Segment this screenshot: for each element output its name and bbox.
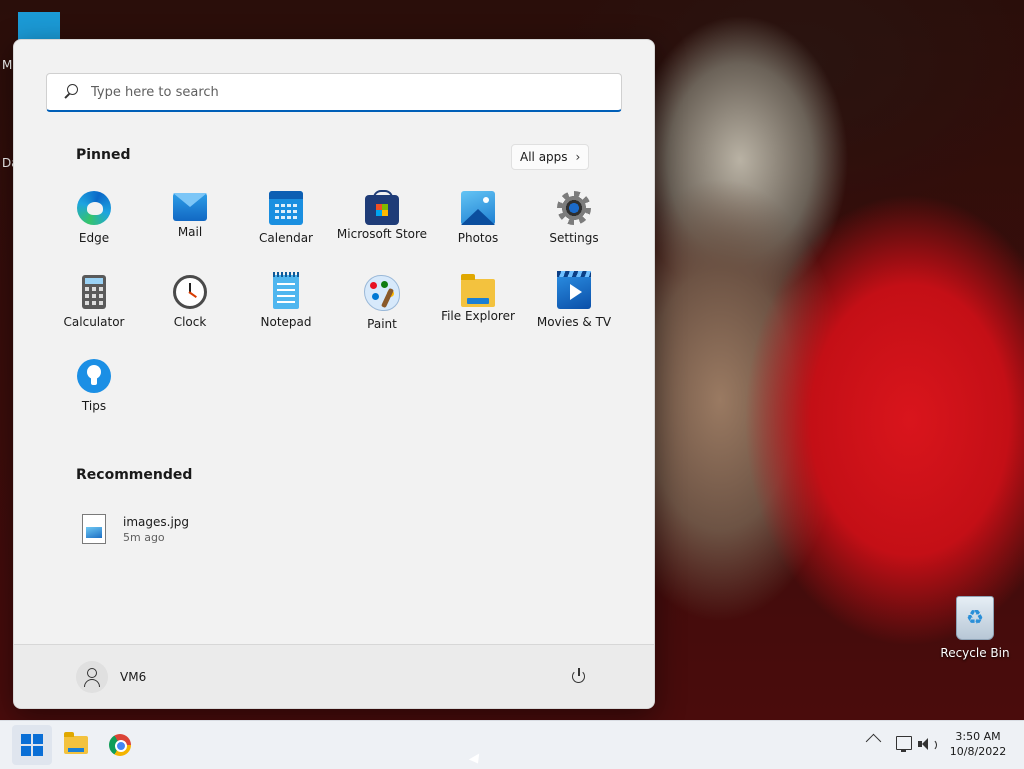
desktop-icon-label-partial: M [2, 58, 13, 72]
taskbar-clock[interactable]: 3:50 AM 10/8/2022 [944, 729, 1012, 759]
start-menu: Pinned All apps › Edge Mail Calendar Mic… [13, 39, 655, 709]
search-icon [63, 84, 79, 100]
file-explorer-icon [64, 732, 88, 754]
all-apps-button[interactable]: All apps › [511, 144, 590, 170]
pinned-app-mail[interactable]: Mail [142, 185, 238, 269]
user-icon [76, 661, 108, 693]
pinned-app-notepad[interactable]: Notepad [238, 269, 334, 353]
network-icon[interactable] [896, 736, 912, 752]
pinned-app-calculator[interactable]: Calculator [46, 269, 142, 353]
pinned-app-microsoft-store[interactable]: Microsoft Store [334, 185, 430, 269]
desktop-icon-partial[interactable] [18, 12, 60, 42]
calculator-icon [82, 275, 106, 309]
app-label: Clock [173, 315, 207, 329]
clock-time: 3:50 AM [955, 730, 1001, 743]
notepad-icon [273, 272, 299, 309]
pinned-app-settings[interactable]: Settings [526, 185, 622, 269]
clock-date: 10/8/2022 [949, 745, 1007, 758]
mail-icon [173, 193, 207, 221]
app-label: Notepad [260, 315, 312, 329]
app-label: Calendar [259, 231, 313, 245]
app-label: Movies & TV [536, 315, 612, 329]
photos-icon [461, 191, 495, 225]
pinned-app-movies-tv[interactable]: Movies & TV [526, 269, 622, 353]
recommended-title: Recommended [76, 467, 193, 483]
user-account-button[interactable]: VM6 [76, 661, 146, 693]
pinned-app-calendar[interactable]: Calendar [238, 185, 334, 269]
recommended-file-time: 5m ago [123, 530, 165, 544]
taskbar-chrome[interactable] [100, 725, 140, 765]
start-icon [21, 734, 43, 756]
store-icon [365, 190, 399, 225]
pinned-app-edge[interactable]: Edge [46, 185, 142, 269]
chrome-icon [109, 734, 131, 756]
folder-icon [461, 274, 495, 307]
all-apps-label: All apps [520, 150, 568, 164]
app-label: Mail [177, 225, 203, 239]
recycle-bin-label: Recycle Bin [940, 646, 1010, 660]
app-label: Photos [457, 231, 499, 245]
pinned-app-file-explorer[interactable]: File Explorer [430, 269, 526, 353]
recycle-bin-icon [956, 596, 994, 640]
volume-icon[interactable] [918, 737, 937, 751]
app-label: Microsoft Store [336, 227, 428, 241]
recommended-file-name: images.jpg [123, 514, 190, 529]
app-label: File Explorer [441, 309, 515, 323]
lightbulb-icon [77, 359, 111, 393]
search-input[interactable] [89, 83, 573, 101]
chevron-right-icon: › [575, 150, 581, 164]
taskbar-file-explorer[interactable] [56, 725, 96, 765]
app-label: Settings [549, 231, 599, 245]
pinned-app-clock[interactable]: Clock [142, 269, 238, 353]
start-button[interactable] [12, 725, 52, 765]
app-label: Tips [81, 399, 107, 413]
user-name: VM6 [120, 670, 147, 684]
pinned-app-tips[interactable]: Tips [46, 353, 142, 437]
app-label: Calculator [63, 315, 125, 329]
start-menu-footer: VM6 [14, 644, 654, 708]
paint-icon [364, 275, 400, 311]
power-icon[interactable] [570, 667, 588, 685]
pinned-app-paint[interactable]: Paint [334, 269, 430, 353]
clock-icon [173, 275, 207, 309]
movies-icon [557, 271, 591, 309]
app-label: Edge [78, 231, 110, 245]
calendar-icon [269, 191, 303, 225]
edge-icon [77, 191, 111, 225]
search-box[interactable] [46, 73, 622, 112]
pinned-title: Pinned [76, 147, 131, 163]
image-file-icon [82, 514, 106, 544]
gear-icon [557, 191, 591, 225]
pinned-apps-grid: Edge Mail Calendar Microsoft Store Photo… [46, 185, 622, 437]
app-label: Paint [367, 317, 397, 331]
pinned-app-photos[interactable]: Photos [430, 185, 526, 269]
recommended-item[interactable]: images.jpg 5m ago [76, 507, 316, 551]
recycle-bin[interactable]: Recycle Bin [940, 596, 1010, 660]
